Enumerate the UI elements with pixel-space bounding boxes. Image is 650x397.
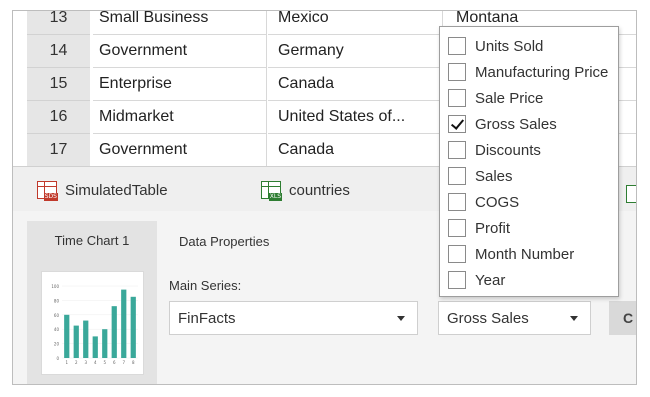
country-cell[interactable]: Germany	[268, 35, 443, 68]
main-series-label: Main Series:	[169, 278, 242, 293]
y-tick-label: 60	[54, 313, 60, 318]
country-cell[interactable]: Mexico	[268, 11, 443, 35]
chart-bar	[83, 320, 89, 358]
x-tick-label: 4	[94, 360, 97, 365]
y-tick-label: 0	[56, 356, 59, 361]
chart-bar	[92, 336, 98, 358]
menu-item[interactable]: Gross Sales	[448, 112, 557, 136]
x-tick-label: 3	[84, 360, 87, 365]
checkbox[interactable]	[448, 245, 466, 263]
row-number: 14	[27, 35, 90, 68]
country-cell[interactable]: Canada	[268, 68, 443, 101]
main-series-value: FinFacts	[178, 309, 236, 327]
menu-item-label: Manufacturing Price	[475, 63, 609, 81]
tab-countries[interactable]: XLS countries	[261, 177, 350, 203]
menu-item-label: Year	[475, 271, 506, 289]
menu-item[interactable]: Units Sold	[448, 34, 543, 58]
bar-chart-preview: 100 80 60 40 20 0 1 2 3 4 5 6 7 8	[51, 284, 138, 365]
menu-item[interactable]: COGS	[448, 190, 519, 214]
row-number: 15	[27, 68, 90, 101]
menu-item-label: Gross Sales	[475, 115, 557, 133]
x-tick-label: 8	[132, 360, 135, 365]
checkbox[interactable]	[448, 271, 466, 289]
data-properties-heading: Data Properties	[179, 234, 270, 249]
y-tick-label: 40	[54, 327, 60, 332]
tab-simulatedtable[interactable]: SDS SimulatedTable	[37, 177, 168, 203]
checkbox[interactable]	[448, 63, 466, 81]
x-tick-label: 1	[65, 360, 68, 365]
menu-item[interactable]: Manufacturing Price	[448, 60, 608, 84]
menu-item-label: Sale Price	[475, 89, 544, 107]
menu-item[interactable]: Month Number	[448, 242, 574, 266]
menu-item[interactable]: Discounts	[448, 138, 541, 162]
segment-cell[interactable]: Enterprise	[93, 68, 267, 101]
table-icon: SDS	[37, 181, 58, 201]
chart-list-sidebar: Time Chart 1 100 80 60 40 20 0 1 2 3 4 5 6 7 8	[27, 221, 157, 384]
menu-item-label: Profit	[475, 219, 511, 237]
app-window: 13 Small Business Mexico Montana 14 Gove…	[12, 10, 637, 385]
x-tick-label: 6	[113, 360, 116, 365]
tab-label: countries	[289, 181, 350, 199]
x-tick-label: 2	[75, 360, 78, 365]
menu-item-label: Discounts	[475, 141, 541, 159]
measure-dropdown[interactable]: Gross Sales	[438, 301, 591, 335]
segment-cell[interactable]: Government	[93, 35, 267, 68]
segment-cell[interactable]: Small Business	[93, 11, 267, 35]
chevron-down-icon	[570, 316, 578, 321]
chart-title[interactable]: Time Chart 1	[27, 233, 157, 248]
menu-item-label: Sales	[475, 167, 513, 185]
measure-value: Gross Sales	[447, 309, 529, 327]
chart-bar	[111, 306, 117, 358]
menu-item-label: Units Sold	[475, 37, 544, 55]
y-tick-label: 80	[54, 298, 60, 303]
country-cell[interactable]: Canada	[268, 134, 443, 167]
chart-bar	[130, 296, 136, 358]
checkbox[interactable]	[448, 141, 466, 159]
y-tick-label: 100	[51, 284, 59, 289]
menu-item-label: COGS	[475, 193, 520, 211]
x-tick-label: 7	[122, 360, 125, 365]
checkbox[interactable]	[448, 193, 466, 211]
checkbox[interactable]	[448, 219, 466, 237]
menu-item[interactable]: Sales	[448, 164, 513, 188]
table-icon[interactable]	[626, 185, 636, 203]
segment-cell[interactable]: Midmarket	[93, 101, 267, 134]
checkbox[interactable]	[448, 167, 466, 185]
chart-bar	[73, 325, 79, 358]
y-tick-label: 20	[54, 342, 60, 347]
row-number: 17	[27, 134, 90, 167]
row-number: 13	[27, 11, 90, 35]
row-number: 16	[27, 101, 90, 134]
tab-label: SimulatedTable	[65, 181, 168, 199]
edge-button[interactable]: C	[609, 301, 636, 335]
country-cell[interactable]: United States of...	[268, 101, 443, 134]
chart-bar	[102, 329, 108, 358]
menu-item-label: Month Number	[475, 245, 575, 263]
chart-thumbnail[interactable]: 100 80 60 40 20 0 1 2 3 4 5 6 7 8	[41, 271, 144, 375]
measure-checklist-popup: Units Sold Manufacturing Price Sale Pric…	[439, 26, 619, 297]
main-series-dropdown[interactable]: FinFacts	[169, 301, 418, 335]
menu-item[interactable]: Year	[448, 268, 505, 292]
checkbox[interactable]	[448, 89, 466, 107]
chevron-down-icon	[397, 316, 405, 321]
segment-cell[interactable]: Government	[93, 134, 267, 167]
x-tick-label: 5	[103, 360, 106, 365]
chart-bar	[64, 314, 70, 358]
checkbox[interactable]	[448, 115, 466, 133]
chart-bar	[121, 289, 127, 358]
menu-item[interactable]: Sale Price	[448, 86, 543, 110]
table-icon: XLS	[261, 181, 282, 201]
menu-item[interactable]: Profit	[448, 216, 510, 240]
checkbox[interactable]	[448, 37, 466, 55]
